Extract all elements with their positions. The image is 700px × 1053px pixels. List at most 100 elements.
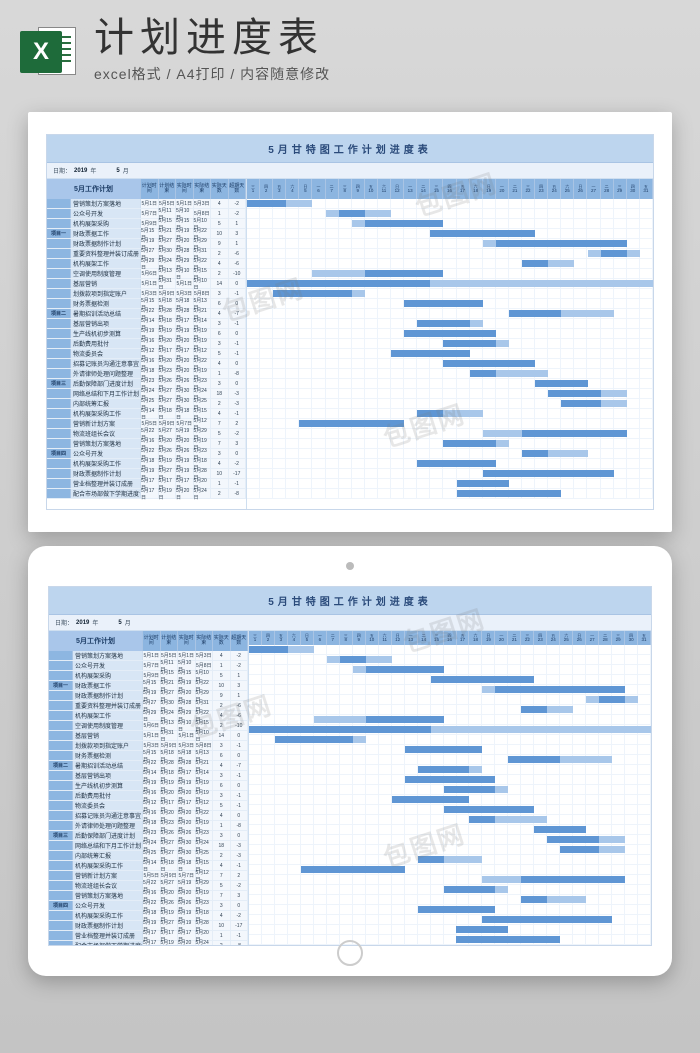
gantt-bar-actual — [444, 806, 535, 813]
gantt-bar-actual — [405, 776, 496, 783]
gantt-bar-actual — [470, 370, 496, 377]
task-name: 暑期招训活动总结 — [73, 761, 143, 770]
group-label — [49, 671, 73, 680]
table-cell: 0 — [231, 751, 249, 760]
gantt-bar-actual — [404, 330, 496, 337]
table-cell: 3 — [231, 681, 249, 690]
page-title: 计划进度表 — [94, 18, 680, 58]
table-cell: 2 — [211, 489, 229, 498]
gantt-bar-actual — [521, 896, 547, 903]
gantt-row — [249, 705, 651, 715]
gantt-row — [247, 209, 653, 219]
group-label: 项目三 — [49, 831, 73, 840]
table-cell: 2 — [231, 871, 249, 880]
task-name: 营销新计划方案 — [71, 419, 141, 428]
gantt-bar-actual — [418, 766, 470, 773]
task-name: 外请律师处理问题整理 — [73, 821, 143, 830]
table-cell: 1 — [229, 219, 247, 228]
gantt-bar-actual — [534, 826, 586, 833]
day-header: 二14 — [418, 631, 431, 645]
group-label: 项目三 — [47, 379, 71, 388]
gantt-bar-actual — [247, 280, 430, 287]
table-cell: -3 — [229, 389, 247, 398]
day-header: 六18 — [469, 631, 482, 645]
gantt-row — [249, 845, 651, 855]
group-label — [49, 861, 73, 870]
table-cell: 5月1日 — [143, 731, 161, 740]
gantt-row — [249, 735, 651, 745]
group-label — [49, 701, 73, 710]
gantt-row — [247, 199, 653, 209]
gantt-bar-actual — [483, 470, 614, 477]
gantt-date-row: 日期：2019年5月 — [47, 163, 653, 179]
table-cell: -8 — [231, 941, 249, 945]
gantt-bar-actual — [392, 796, 470, 803]
table-row: 空调使用制度管理5月6日5月13日5月10日5月15日2-10 — [47, 269, 246, 279]
table-row: 营销策划方案落地5月1日5月5日5月1日5月3日4-2 — [49, 651, 248, 661]
task-name: 基层营销出项 — [73, 771, 143, 780]
gantt-bar-actual — [430, 230, 535, 237]
gantt-bar-actual — [417, 410, 443, 417]
table-cell: 3 — [211, 319, 229, 328]
table-cell: 3 — [213, 831, 231, 840]
group-label — [47, 249, 71, 258]
task-name: 财政票据制作计划 — [71, 239, 141, 248]
gantt-bar-actual — [444, 886, 496, 893]
table-cell: 5月1日 — [143, 651, 161, 660]
table-row: 基层营销5月1日5月31日5月1日5月10日140 — [47, 279, 246, 289]
table-cell: -1 — [231, 771, 249, 780]
group-label — [49, 931, 73, 940]
gantt-row — [249, 935, 651, 945]
gantt-row — [249, 885, 651, 895]
table-row: 机构展架工作5月29日5月24日5月29日5月22日4-6 — [49, 711, 248, 721]
gantt-row — [247, 479, 653, 489]
table-cell: 5月10日 — [194, 279, 212, 288]
gantt-row — [249, 875, 651, 885]
task-name: 机构展架采购 — [71, 219, 141, 228]
group-label — [47, 209, 71, 218]
gantt-bar-actual — [299, 420, 404, 427]
gantt-row — [247, 359, 653, 369]
column-header: 计划时间 — [143, 631, 161, 651]
table-row: 空调使用制度管理5月6日5月13日5月10日5月15日2-10 — [49, 721, 248, 731]
table-cell: -17 — [229, 469, 247, 478]
task-name: 后勤费用批付 — [73, 791, 143, 800]
day-header: 四2 — [262, 631, 275, 645]
gantt-row — [249, 825, 651, 835]
day-header: 五24 — [547, 631, 560, 645]
table-cell: -2 — [231, 661, 249, 670]
table-cell: -2 — [229, 459, 247, 468]
table-cell: 4 — [211, 459, 229, 468]
gantt-bar-actual — [522, 450, 548, 457]
table-cell: 5 — [211, 429, 229, 438]
table-cell: 1 — [213, 821, 231, 830]
gantt-bar-actual — [443, 340, 495, 347]
column-header: 实际结束 — [196, 631, 214, 651]
table-cell: 5月18日 — [161, 861, 179, 870]
table-cell: -3 — [231, 851, 249, 860]
task-name: 公众号开发 — [71, 209, 141, 218]
gantt-row — [247, 369, 653, 379]
task-name: 营销策划方案落地 — [71, 439, 141, 448]
group-label — [47, 219, 71, 228]
gantt-row — [247, 399, 653, 409]
table-cell: 4 — [211, 409, 229, 418]
day-header: 三1 — [249, 631, 262, 645]
table-cell: -17 — [231, 921, 249, 930]
day-header: 五24 — [548, 179, 561, 199]
day-header: 六25 — [560, 631, 573, 645]
gantt-row — [249, 785, 651, 795]
gantt-bar-actual — [522, 430, 627, 437]
table-cell: 1 — [229, 239, 247, 248]
column-header: 超期天数 — [229, 179, 247, 199]
table-cell: 6 — [213, 781, 231, 790]
table-cell: -8 — [229, 369, 247, 378]
group-label — [49, 741, 73, 750]
table-cell: 4 — [213, 711, 231, 720]
gantt-row — [247, 349, 653, 359]
task-name: 营业档整理并装订成册 — [71, 479, 141, 488]
month-value: 5 — [116, 168, 119, 174]
gantt-bar-actual — [391, 350, 470, 357]
day-header: 三15 — [430, 179, 443, 199]
gantt-row — [249, 775, 651, 785]
